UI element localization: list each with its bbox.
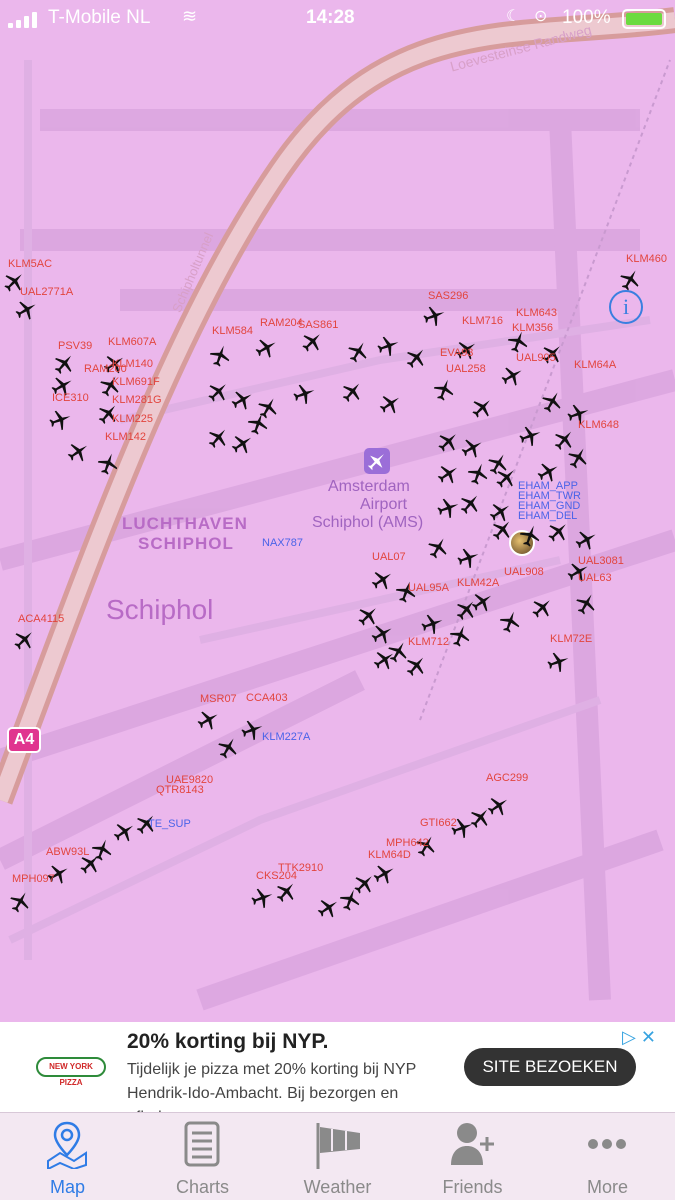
atc-station-label[interactable]: TE_SUP <box>148 818 191 830</box>
flight-label[interactable]: KLM648 <box>578 419 619 431</box>
flight-label[interactable]: KLM691F <box>112 376 160 388</box>
tab-label-weather: Weather <box>303 1177 372 1197</box>
flight-label[interactable]: UAL3081 <box>578 555 624 567</box>
adchoices-icon[interactable]: ▷ ✕ <box>622 1027 670 1047</box>
flight-label[interactable]: SAS861 <box>298 319 338 331</box>
flight-label[interactable]: KLM227A <box>262 731 310 743</box>
tab-friends[interactable]: Friends <box>405 1113 540 1200</box>
flight-label[interactable]: SAS296 <box>428 290 468 302</box>
flight-label[interactable]: ABW93L <box>46 846 89 858</box>
signal-icon <box>8 12 42 28</box>
flight-label[interactable]: KLM142 <box>105 431 146 443</box>
flight-label[interactable]: UAL63 <box>578 572 612 584</box>
flight-label[interactable]: KLM64A <box>574 359 616 371</box>
flight-label[interactable]: CCA403 <box>246 692 288 704</box>
flight-label[interactable]: KLM584 <box>212 325 253 337</box>
flight-label[interactable]: ICE310 <box>52 392 89 404</box>
orientation-lock-icon: ⊙ <box>534 8 548 25</box>
windsock-icon <box>316 1123 360 1169</box>
tab-weather[interactable]: Weather <box>270 1113 405 1200</box>
flight-label[interactable]: QTR8143 <box>156 784 204 796</box>
flight-map[interactable]: Loevesteinse Randweg Schipholtunnel Amst… <box>0 0 675 1022</box>
add-user-icon <box>451 1123 494 1165</box>
flight-label[interactable]: EVA93 <box>440 347 473 359</box>
area-label-line2: SCHIPHOL <box>138 534 234 553</box>
airport-label-line3: Schiphol (AMS) <box>312 514 424 531</box>
flight-label[interactable]: KLM607A <box>108 336 156 348</box>
flight-label[interactable]: NAX787 <box>262 537 303 549</box>
flight-label[interactable]: MPH642 <box>386 837 429 849</box>
flight-label[interactable]: RAM204 <box>260 317 303 329</box>
ellipsis-icon <box>588 1139 626 1149</box>
tab-map[interactable]: Map <box>0 1113 135 1200</box>
airport-icon <box>364 448 390 474</box>
flight-label[interactable]: AGC299 <box>486 772 528 784</box>
flight-label[interactable]: KLM72E <box>550 633 592 645</box>
flight-label[interactable]: MPH097 <box>12 873 55 885</box>
flight-label[interactable]: KLM716 <box>462 315 503 327</box>
flight-label[interactable]: MSR07 <box>200 693 237 705</box>
flight-label[interactable]: CKS204 <box>256 870 297 882</box>
document-icon <box>184 1121 220 1167</box>
flight-label[interactable]: UAL905 <box>516 352 556 364</box>
tab-bar: Map Charts Weather Friends More <box>0 1112 675 1200</box>
flight-label[interactable]: KLM42A <box>457 577 499 589</box>
flight-label[interactable]: KLM643 <box>516 307 557 319</box>
tab-label-map: Map <box>49 1177 85 1197</box>
airport-label-line2: Airport <box>360 496 408 513</box>
info-icon[interactable]: i <box>609 290 643 324</box>
flight-label[interactable]: ACA4115 <box>18 613 64 625</box>
flight-label[interactable]: KLM64D <box>368 849 411 861</box>
flight-label[interactable]: UAL07 <box>372 551 406 563</box>
flight-label[interactable]: KLM225 <box>112 413 153 425</box>
flight-label[interactable]: KLM460 <box>626 253 667 265</box>
ad-visit-button[interactable]: SITE BEZOEKEN <box>464 1048 636 1086</box>
carrier-label: T-Mobile NL <box>48 7 151 28</box>
map-pin-icon <box>47 1121 87 1169</box>
flight-label[interactable]: UAL258 <box>446 363 486 375</box>
flight-label[interactable]: KLM5AC <box>8 258 52 270</box>
atc-station-label[interactable]: EHAM_DEL <box>518 510 577 522</box>
flight-label[interactable]: PSV39 <box>58 340 92 352</box>
town-label: Schiphol <box>106 594 214 625</box>
flight-label[interactable]: KLM140 <box>112 358 153 370</box>
flight-label[interactable]: KLM356 <box>512 322 553 334</box>
flight-label[interactable]: KLM281G <box>112 394 162 406</box>
battery-icon <box>622 9 666 29</box>
clock-label: 14:28 <box>306 7 355 28</box>
flight-label[interactable]: UAL2771A <box>20 286 73 298</box>
flight-label[interactable]: KLM712 <box>408 636 449 648</box>
tab-charts[interactable]: Charts <box>135 1113 270 1200</box>
flight-label[interactable]: UAL95A <box>408 582 449 594</box>
tab-more[interactable]: More <box>540 1113 675 1200</box>
status-bar: T-Mobile NL ≋ 14:28 ☾ ⊙ 100% <box>0 0 675 38</box>
tab-label-more: More <box>586 1177 628 1197</box>
tab-label-friends: Friends <box>442 1177 503 1197</box>
airport-label-line1: Amsterdam <box>328 478 410 495</box>
flight-label[interactable]: GTI662 <box>420 817 457 829</box>
flight-label[interactable]: UAL908 <box>504 566 544 578</box>
ad-title: 20% korting bij NYP. <box>127 1030 329 1053</box>
area-label-line1: LUCHTHAVEN <box>122 514 248 533</box>
wifi-icon: ≋ <box>182 6 198 26</box>
tab-label-charts: Charts <box>175 1177 229 1197</box>
ad-logo: NEW YORK PIZZA <box>36 1057 106 1087</box>
moon-icon: ☾ <box>506 8 521 25</box>
road-badge-a4: A4 <box>7 727 41 753</box>
battery-percent: 100% <box>562 7 611 28</box>
